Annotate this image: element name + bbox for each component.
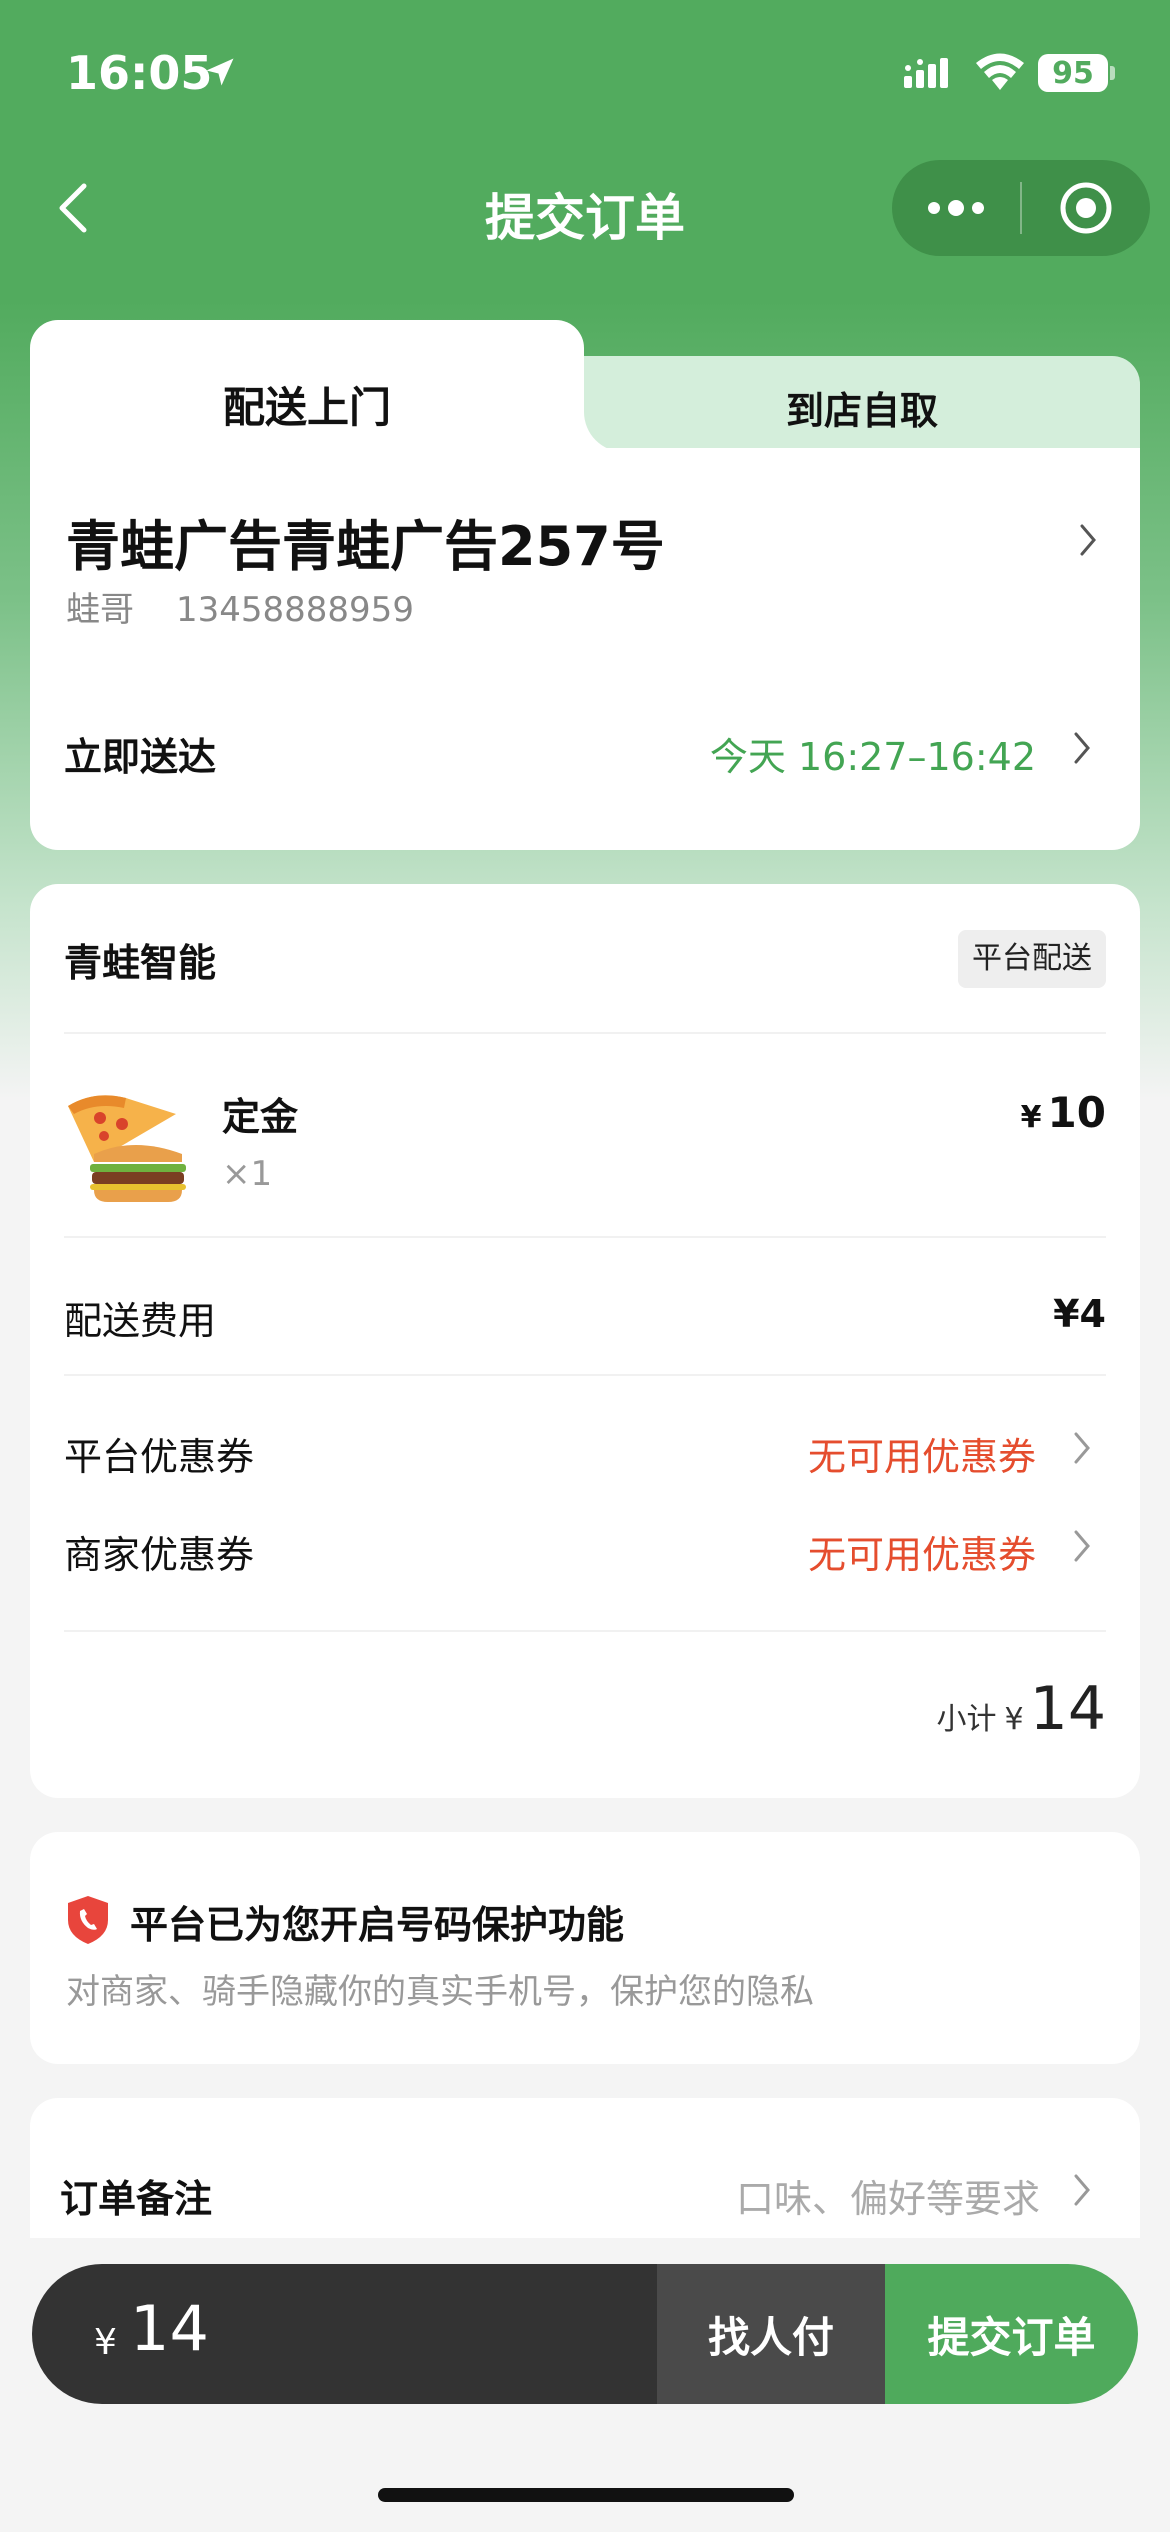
subtotal-value: 14 <box>1029 1674 1106 1744</box>
tab-delivery-label: 配送上门 <box>222 383 391 432</box>
merchant-coupon-label: 商家优惠券 <box>64 1533 255 1577</box>
navigation-bar: 提交订单 <box>0 160 1170 260</box>
pizza-burger-image <box>68 1095 186 1202</box>
delivery-time-value[interactable]: 今天 16:27–16:42 <box>710 726 1036 781</box>
platform-coupon-label: 平台优惠券 <box>64 1435 255 1479</box>
more-dots-icon <box>928 200 984 216</box>
subtotal-currency: ¥ <box>1004 1702 1024 1737</box>
checkout-total: ¥ 14 <box>32 2264 657 2404</box>
subtotal-label: 小计 <box>936 1702 997 1737</box>
price-currency: ¥ <box>1020 1100 1042 1135</box>
tab-pickup[interactable]: 到店自取 <box>584 356 1140 452</box>
store-name: 青蛙智能 <box>64 941 217 985</box>
pay-for-me-button[interactable]: 找人付 <box>657 2264 885 2404</box>
chevron-right-icon <box>1074 732 1090 764</box>
delivery-fee-label: 配送费用 <box>64 1299 217 1343</box>
battery-tip <box>1110 66 1115 80</box>
privacy-description: 对商家、骑手隐藏你的真实手机号，保护您的隐私 <box>66 1972 814 2012</box>
location-arrow-icon <box>206 58 234 86</box>
platform-coupon-value: 无可用优惠券 <box>807 1435 1036 1479</box>
address-title: 青蛙广告青蛙广告257号 <box>66 515 665 578</box>
status-bar: 16:05 95 <box>0 0 1170 150</box>
home-indicator <box>378 2488 794 2502</box>
privacy-title: 平台已为您开启号码保护功能 <box>130 1903 625 1947</box>
total-currency: ¥ <box>94 2322 117 2363</box>
order-card: 青蛙智能 平台配送 定金 ×1 ¥10 配送费用 ¥4 平台优惠券 无可用优惠券… <box>30 884 1140 1798</box>
merchant-coupon-value: 无可用优惠券 <box>807 1533 1036 1577</box>
miniprogram-capsule <box>892 160 1150 256</box>
product-name: 定金 <box>222 1095 299 1139</box>
chevron-right-icon <box>1080 524 1096 556</box>
close-miniprogram-button[interactable] <box>1022 160 1150 256</box>
checkout-bar: ¥ 14 找人付 提交订单 <box>32 2264 1138 2404</box>
divider <box>64 1374 1106 1376</box>
divider <box>64 1630 1106 1632</box>
order-note-row[interactable]: 订单备注 口味、偏好等要求 <box>30 2098 1140 2238</box>
tab-pickup-label: 到店自取 <box>785 389 938 433</box>
delivery-time-label: 立即送达 <box>64 735 217 779</box>
submit-order-button[interactable]: 提交订单 <box>885 2264 1138 2404</box>
product-price: ¥10 <box>1021 1088 1106 1137</box>
order-note-label: 订单备注 <box>60 2177 213 2221</box>
chevron-right-icon <box>1074 2174 1090 2206</box>
more-menu-button[interactable] <box>892 160 1020 256</box>
wifi-icon <box>976 53 1024 90</box>
divider <box>64 1032 1106 1034</box>
product-quantity: ×1 <box>222 1154 273 1194</box>
battery-indicator: 95 <box>1038 54 1108 92</box>
contact-phone: 13458888959 <box>176 590 414 630</box>
delivery-fee-value: ¥4 <box>1053 1292 1106 1336</box>
chevron-right-icon <box>1074 1530 1090 1562</box>
tab-corner <box>584 356 624 452</box>
contact-name: 蛙哥 <box>66 590 134 630</box>
order-note-placeholder: 口味、偏好等要求 <box>735 2177 1040 2221</box>
shield-phone-icon <box>68 1896 108 1944</box>
subtotal: 小计 ¥ 14 <box>937 1674 1106 1744</box>
price-value: 10 <box>1047 1088 1106 1137</box>
cellular-signal-icon <box>904 58 948 88</box>
address-card[interactable]: 青蛙广告青蛙广告257号 蛙哥 13458888959 立即送达 今天 16:27… <box>30 448 1140 850</box>
divider <box>64 1236 1106 1238</box>
contact-info: 蛙哥 13458888959 <box>66 582 414 631</box>
status-time: 16:05 <box>66 46 213 100</box>
privacy-card: 平台已为您开启号码保护功能 对商家、骑手隐藏你的真实手机号，保护您的隐私 <box>30 1832 1140 2064</box>
total-amount: 14 <box>130 2292 209 2365</box>
target-circle-icon <box>1060 182 1112 234</box>
chevron-right-icon <box>1074 1432 1090 1464</box>
delivery-type-badge: 平台配送 <box>958 930 1106 988</box>
battery-level: 95 <box>1052 55 1094 91</box>
